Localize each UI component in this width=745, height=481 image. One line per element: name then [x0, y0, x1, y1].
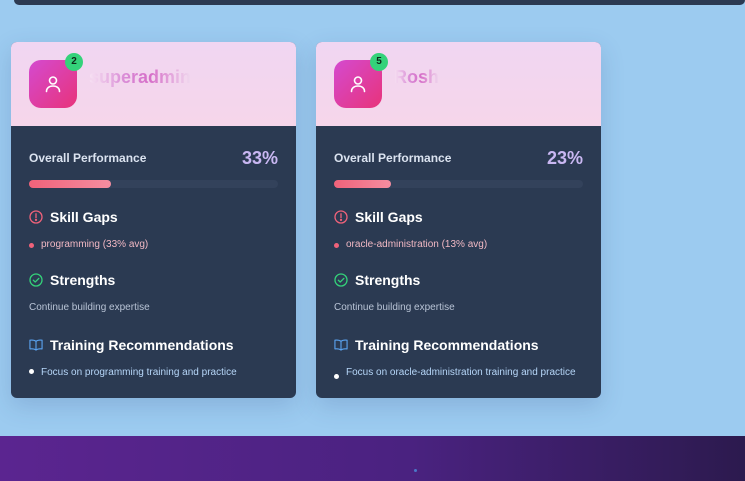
strengths-text: Continue building expertise [29, 302, 150, 313]
book-open-icon [334, 338, 348, 352]
footer-indicator-dot [414, 469, 417, 472]
card-body: Overall Performance 23% Skill Gaps oracl… [316, 126, 601, 398]
training-text: Focus on oracle-administration training … [346, 367, 576, 378]
card-header: 2 superadmin [11, 42, 296, 126]
training-item: Focus on programming training and practi… [29, 365, 278, 398]
strengths-label: Strengths [50, 272, 116, 288]
training-heading: Training Recommendations [29, 337, 278, 353]
user-icon [348, 74, 368, 94]
training-item: Focus on oracle-administration training … [334, 365, 583, 398]
training-label: Training Recommendations [50, 337, 234, 353]
performance-label: Overall Performance [334, 151, 452, 165]
training-label: Training Recommendations [355, 337, 539, 353]
notification-badge: 5 [370, 53, 388, 71]
skill-gaps-heading: Skill Gaps [334, 209, 583, 225]
performance-row: Overall Performance 23% [334, 146, 583, 170]
performance-bar [29, 180, 278, 188]
performance-bar [334, 180, 583, 188]
bullet-dot [29, 369, 34, 374]
skill-gaps-label: Skill Gaps [355, 209, 423, 225]
performance-label: Overall Performance [29, 151, 147, 165]
skill-gap-item: oracle-administration (13% avg) [334, 239, 583, 250]
footer-bar [0, 436, 745, 481]
performance-value: 23% [546, 147, 583, 168]
skill-gap-item: programming (33% avg) [29, 239, 278, 250]
performance-value: 33% [241, 147, 278, 168]
strengths-heading: Strengths [29, 272, 278, 288]
bullet-dot [334, 374, 339, 379]
performance-card-superadmin[interactable]: 2 superadmin Overall Performance 33% Ski… [11, 42, 296, 398]
performance-bar-fill [29, 180, 112, 188]
performance-card-rosh[interactable]: 5 Rosh Overall Performance 23% Skill Gap… [316, 42, 601, 398]
training-heading: Training Recommendations [334, 337, 583, 353]
check-circle-icon [334, 273, 348, 287]
skill-gaps-heading: Skill Gaps [29, 209, 278, 225]
strengths-label: Strengths [355, 272, 421, 288]
notification-badge: 2 [65, 53, 83, 71]
user-name: superadmin [89, 67, 192, 87]
user-name: Rosh [394, 67, 439, 87]
alert-circle-icon [334, 210, 348, 224]
skill-gap-text: programming (33% avg) [41, 239, 149, 250]
card-header: 5 Rosh [316, 42, 601, 126]
performance-row: Overall Performance 33% [29, 146, 278, 170]
check-circle-icon [29, 273, 43, 287]
performance-bar-fill [334, 180, 392, 188]
bullet-dot [334, 243, 339, 248]
book-open-icon [29, 338, 43, 352]
skill-gap-text: oracle-administration (13% avg) [346, 239, 488, 250]
training-text: Focus on programming training and practi… [41, 367, 237, 378]
strengths-heading: Strengths [334, 272, 583, 288]
strengths-text: Continue building expertise [334, 302, 455, 313]
top-panel-edge [14, 0, 745, 5]
skill-gaps-label: Skill Gaps [50, 209, 118, 225]
card-body: Overall Performance 33% Skill Gaps progr… [11, 126, 296, 398]
user-icon [43, 74, 63, 94]
alert-circle-icon [29, 210, 43, 224]
bullet-dot [29, 243, 34, 248]
